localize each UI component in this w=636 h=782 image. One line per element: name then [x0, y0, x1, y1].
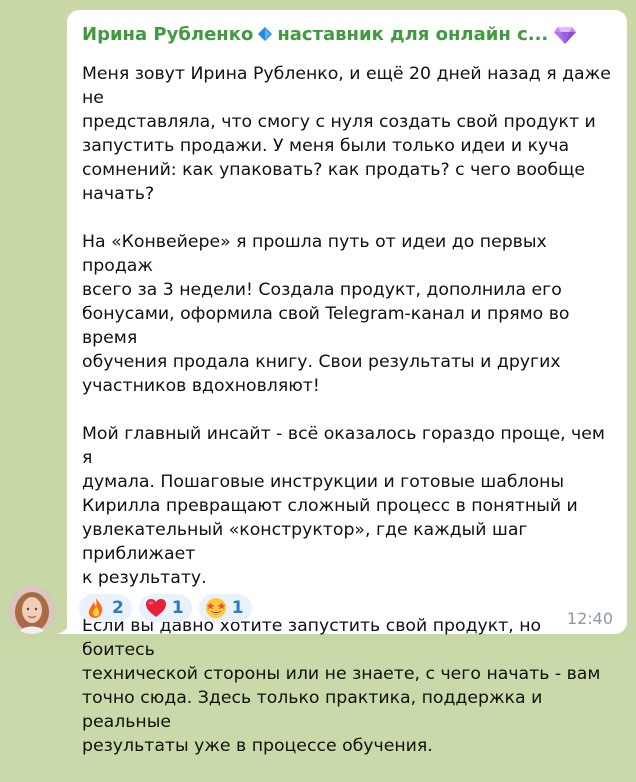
reactions-bar: 2 1 1 [79, 594, 252, 622]
message-time: 12:40 [566, 609, 613, 628]
heart-reaction-count: 1 [171, 598, 184, 618]
message-paragraph: Если вы давно хотите запустить свой прод… [82, 616, 601, 756]
message-sender[interactable]: Ирина Рубленко наставник для онлайн с... [82, 22, 577, 46]
heart-icon [145, 597, 167, 619]
heart-reaction[interactable]: 1 [138, 594, 192, 622]
fire-icon [85, 597, 107, 619]
star-struck-reaction[interactable]: 1 [198, 594, 252, 622]
message-paragraph: Меня зовут Ирина Рубленко, и ещё 20 дней… [82, 64, 611, 204]
star-struck-reaction-count: 1 [231, 598, 244, 618]
sender-name[interactable]: Ирина Рубленко [82, 24, 253, 45]
sender-avatar[interactable] [8, 586, 56, 634]
fire-reaction[interactable]: 2 [79, 594, 132, 622]
message-bubble[interactable]: Ирина Рубленко наставник для онлайн с...… [67, 10, 627, 756]
sender-description[interactable]: наставник для онлайн с... [277, 24, 548, 45]
blue-diamond-icon [258, 27, 273, 41]
message-text: Меня зовут Ирина Рубленко, и ещё 20 дней… [82, 62, 612, 782]
fire-reaction-count: 2 [112, 598, 124, 618]
gem-icon [554, 27, 577, 44]
message-paragraph: На «Конвейере» я прошла путь от идеи до … [82, 232, 570, 396]
star-struck-icon [205, 597, 227, 619]
message-paragraph: Мой главный инсайт - всё оказалось гораз… [82, 424, 605, 588]
